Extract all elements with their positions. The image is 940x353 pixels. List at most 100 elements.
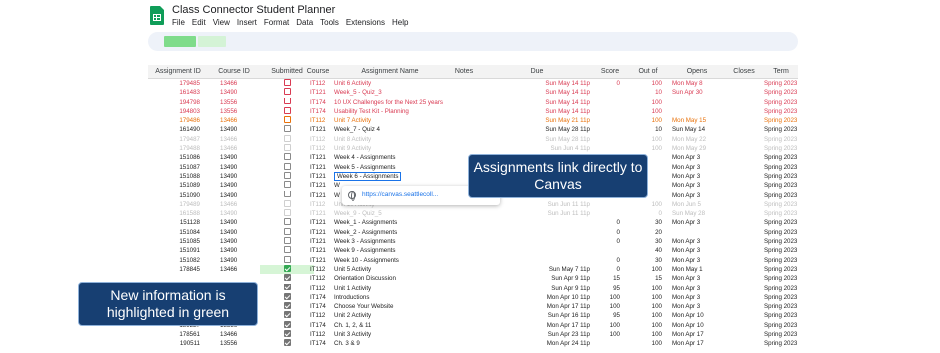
- assignment-name-cell[interactable]: Unit 3 Activity: [334, 330, 446, 339]
- course-id-cell[interactable]: 13490: [208, 153, 260, 162]
- out-of-cell[interactable]: 30: [626, 256, 670, 265]
- menu-data[interactable]: Data: [296, 18, 313, 27]
- submitted-checkbox[interactable]: [283, 218, 291, 226]
- submitted-checkbox[interactable]: [283, 209, 291, 217]
- course-cell[interactable]: IT174: [304, 302, 332, 311]
- submitted-checkbox[interactable]: [283, 302, 291, 309]
- score-cell[interactable]: [594, 200, 626, 209]
- course-cell[interactable]: IT121: [304, 256, 332, 265]
- closes-cell[interactable]: [724, 228, 764, 237]
- assignment-id-cell[interactable]: 151128: [148, 218, 208, 227]
- submitted-checkbox[interactable]: [283, 116, 291, 124]
- out-of-cell[interactable]: 100: [626, 330, 670, 339]
- due-cell[interactable]: Sun Apr 9 11p: [482, 274, 592, 283]
- course-id-cell[interactable]: 13490: [208, 172, 260, 181]
- submitted-checkbox[interactable]: [283, 153, 291, 161]
- header-due[interactable]: Due: [482, 65, 592, 78]
- notes-cell[interactable]: [446, 144, 482, 153]
- course-id-cell[interactable]: 13466: [208, 265, 260, 274]
- assignment-id-cell[interactable]: 190511: [148, 339, 208, 348]
- assignment-name-cell[interactable]: Week 9 - Assignments: [334, 246, 446, 255]
- assignment-id-cell[interactable]: 179486: [148, 116, 208, 125]
- assignment-name-cell[interactable]: Unit 2 Activity: [334, 311, 446, 320]
- notes-cell[interactable]: [446, 265, 482, 274]
- due-cell[interactable]: Sun May 28 11p: [482, 125, 592, 134]
- submitted-checkbox[interactable]: [283, 227, 291, 235]
- course-cell[interactable]: IT121: [304, 218, 332, 227]
- opens-cell[interactable]: Mon May 29: [670, 144, 724, 153]
- notes-cell[interactable]: [446, 302, 482, 311]
- due-cell[interactable]: [482, 256, 592, 265]
- opens-cell[interactable]: Mon Apr 17: [670, 330, 724, 339]
- term-cell[interactable]: Spring 2023: [764, 237, 798, 246]
- opens-cell[interactable]: Sun May 28: [670, 209, 724, 218]
- term-cell[interactable]: Spring 2023: [764, 172, 798, 181]
- term-cell[interactable]: Spring 2023: [764, 302, 798, 311]
- opens-cell[interactable]: Mon Apr 17: [670, 339, 724, 348]
- closes-cell[interactable]: [724, 256, 764, 265]
- assignment-name-cell[interactable]: Usability Test Kit - Planning: [334, 107, 446, 116]
- opens-cell[interactable]: Mon Apr 3: [670, 256, 724, 265]
- course-id-cell[interactable]: 13490: [208, 209, 260, 218]
- term-cell[interactable]: Spring 2023: [764, 116, 798, 125]
- closes-cell[interactable]: [724, 209, 764, 218]
- opens-cell[interactable]: Mon Apr 3: [670, 237, 724, 246]
- assignment-id-cell[interactable]: 151082: [148, 256, 208, 265]
- score-cell[interactable]: [594, 107, 626, 116]
- submitted-checkbox[interactable]: [283, 106, 291, 114]
- course-cell[interactable]: IT112: [304, 330, 332, 339]
- out-of-cell[interactable]: 0: [626, 209, 670, 218]
- menu-format[interactable]: Format: [264, 18, 289, 27]
- due-cell[interactable]: Sun May 28 11p: [482, 135, 592, 144]
- out-of-cell[interactable]: 100: [626, 116, 670, 125]
- score-cell[interactable]: 0: [594, 265, 626, 274]
- term-cell[interactable]: Spring 2023: [764, 330, 798, 339]
- course-id-cell[interactable]: 13490: [208, 237, 260, 246]
- assignment-id-cell[interactable]: 161588: [148, 209, 208, 218]
- out-of-cell[interactable]: 100: [626, 284, 670, 293]
- closes-cell[interactable]: [724, 302, 764, 311]
- notes-cell[interactable]: [446, 218, 482, 227]
- opens-cell[interactable]: Sun Apr 30: [670, 88, 724, 97]
- term-cell[interactable]: Spring 2023: [764, 181, 798, 190]
- out-of-cell[interactable]: 20: [626, 228, 670, 237]
- closes-cell[interactable]: [724, 311, 764, 320]
- closes-cell[interactable]: [724, 181, 764, 190]
- term-cell[interactable]: Spring 2023: [764, 209, 798, 218]
- opens-cell[interactable]: Mon Apr 3: [670, 172, 724, 181]
- submitted-checkbox[interactable]: [283, 171, 291, 179]
- course-cell[interactable]: IT174: [304, 98, 332, 107]
- assignment-id-cell[interactable]: 151090: [148, 191, 208, 200]
- closes-cell[interactable]: [724, 163, 764, 172]
- notes-cell[interactable]: [446, 321, 482, 330]
- selected-cell[interactable]: Week 6 - Assignments: [334, 171, 402, 181]
- notes-cell[interactable]: [446, 116, 482, 125]
- course-id-cell[interactable]: 13490: [208, 256, 260, 265]
- term-cell[interactable]: Spring 2023: [764, 218, 798, 227]
- term-cell[interactable]: Spring 2023: [764, 107, 798, 116]
- opens-cell[interactable]: Mon Apr 3: [670, 293, 724, 302]
- assignment-name-cell[interactable]: Unit 9 Activity: [334, 144, 446, 153]
- due-cell[interactable]: Mon Apr 24 11p: [482, 339, 592, 348]
- course-cell[interactable]: IT174: [304, 339, 332, 348]
- opens-cell[interactable]: Mon Apr 10: [670, 311, 724, 320]
- term-cell[interactable]: Spring 2023: [764, 311, 798, 320]
- opens-cell[interactable]: Sun May 14: [670, 125, 724, 134]
- closes-cell[interactable]: [724, 218, 764, 227]
- score-cell[interactable]: 95: [594, 284, 626, 293]
- header-score[interactable]: Score: [594, 65, 626, 78]
- term-cell[interactable]: Spring 2023: [764, 200, 798, 209]
- course-cell[interactable]: IT121: [304, 209, 332, 218]
- closes-cell[interactable]: [724, 284, 764, 293]
- out-of-cell[interactable]: 100: [626, 135, 670, 144]
- assignment-id-cell[interactable]: 194798: [148, 98, 208, 107]
- opens-cell[interactable]: [670, 107, 724, 116]
- assignment-id-cell[interactable]: 179488: [148, 144, 208, 153]
- assignment-name-cell[interactable]: Unit 8 Activity: [334, 135, 446, 144]
- toolbar-control[interactable]: [164, 36, 196, 47]
- submitted-checkbox[interactable]: [283, 134, 291, 142]
- course-id-cell[interactable]: 13490: [208, 88, 260, 97]
- term-cell[interactable]: Spring 2023: [764, 144, 798, 153]
- notes-cell[interactable]: [446, 88, 482, 97]
- due-cell[interactable]: Mon Apr 10 11p: [482, 293, 592, 302]
